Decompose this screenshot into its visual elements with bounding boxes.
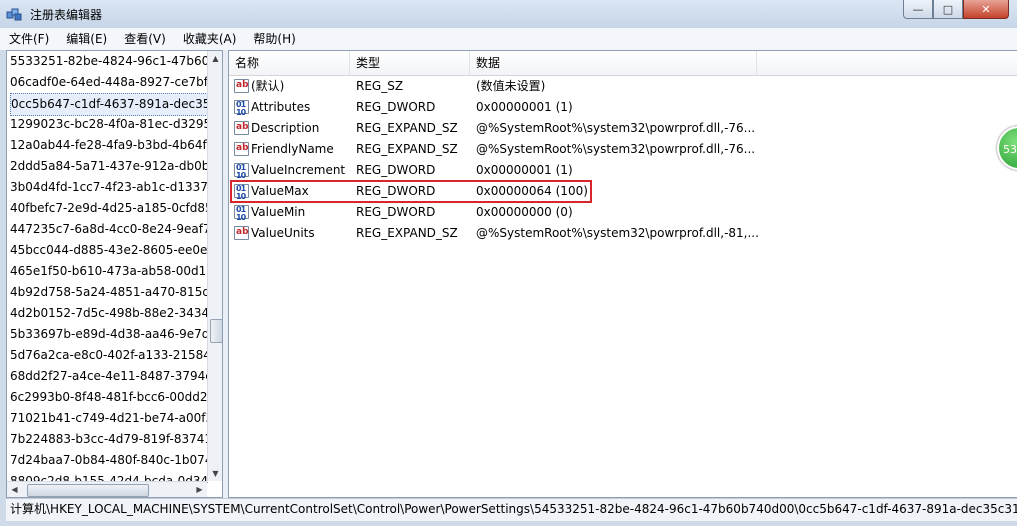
- tree-vertical-scrollbar[interactable]: ▲ ▼: [207, 51, 222, 481]
- maximize-button[interactable]: □: [933, 0, 963, 19]
- scroll-up-arrow-icon[interactable]: ▲: [209, 51, 222, 66]
- value-type: REG_DWORD: [356, 100, 436, 114]
- window-controls: — □ ✕: [903, 0, 1009, 20]
- tree-item[interactable]: 5b33697b-e89d-4d38-aa46-9e7d: [10, 324, 210, 345]
- value-type: REG_SZ: [356, 79, 404, 93]
- value-name: ValueUnits: [251, 226, 315, 240]
- value-name: (默认): [251, 79, 285, 93]
- value-data: (数值未设置): [476, 79, 546, 93]
- value-type: REG_EXPAND_SZ: [356, 142, 458, 156]
- tree-item[interactable]: 5533251-82be-4824-96c1-47b60b74: [10, 51, 210, 72]
- menu-view[interactable]: 查看(V): [115, 28, 174, 50]
- dword-value-icon: [234, 157, 249, 186]
- registry-editor-icon: [6, 8, 22, 21]
- menu-favorites[interactable]: 收藏夹(A): [174, 28, 245, 50]
- menu-edit[interactable]: 编辑(E): [57, 28, 115, 50]
- value-row[interactable]: ValueUnits REG_EXPAND_SZ @%SystemRoot%\sys…: [229, 222, 1017, 244]
- list-header: 名称 类型 数据: [229, 51, 1017, 76]
- value-row[interactable]: ValueIncrement REG_DWORD 0x00000001 (1): [229, 157, 1017, 186]
- tree-item[interactable]: 06cadf0e-64ed-448a-8927-ce7bf9: [10, 72, 210, 93]
- string-value-icon: [234, 222, 249, 243]
- value-type: REG_EXPAND_SZ: [356, 226, 458, 240]
- tree-item[interactable]: 2ddd5a84-5a71-437e-912a-db0b: [10, 156, 210, 177]
- scroll-right-arrow-icon[interactable]: ▶: [192, 483, 207, 497]
- string-value-icon: [234, 117, 249, 138]
- tree-item[interactable]: 465e1f50-b610-473a-ab58-00d10: [10, 261, 210, 282]
- close-button[interactable]: ✕: [963, 0, 1009, 19]
- value-row[interactable]: FriendlyName REG_EXPAND_SZ @%SystemRoot%\s…: [229, 138, 1017, 160]
- tree-item[interactable]: 7b224883-b3cc-4d79-819f-83741: [10, 429, 210, 450]
- status-path: 计算机\HKEY_LOCAL_MACHINE\SYSTEM\CurrentCon…: [10, 502, 1017, 516]
- tree-item[interactable]: 3b04d4fd-1cc7-4f23-ab1c-d1337: [10, 177, 210, 198]
- value-row[interactable]: Description REG_EXPAND_SZ @%SystemRoot%\sy…: [229, 117, 1017, 139]
- tree-item[interactable]: 68dd2f27-a4ce-4e11-8487-3794e: [10, 366, 210, 387]
- value-name: Description: [251, 121, 320, 135]
- tree-item[interactable]: 71021b41-c749-4d21-be74-a00f3: [10, 408, 210, 429]
- value-row[interactable]: Attributes REG_DWORD 0x00000001 (1): [229, 94, 1017, 123]
- value-type: REG_EXPAND_SZ: [356, 121, 458, 135]
- value-type: REG_DWORD: [356, 163, 436, 177]
- main-frame: 5533251-82be-4824-96c1-47b60b74 06cadf0e-…: [6, 50, 1017, 498]
- value-data: @%SystemRoot%\system32\powrprof.dll,-81,…: [476, 226, 759, 240]
- tree-item[interactable]: 4d2b0152-7d5c-498b-88e2-3434: [10, 303, 210, 324]
- scroll-left-arrow-icon[interactable]: ◀: [7, 483, 22, 497]
- tree-item[interactable]: 7d24baa7-0b84-480f-840c-1b074: [10, 450, 210, 471]
- value-row[interactable]: (默认) REG_SZ (数值未设置): [229, 75, 1017, 97]
- column-header-name[interactable]: 名称: [229, 51, 350, 75]
- tree-item[interactable]: 447235c7-6a8d-4cc0-8e24-9eaf70: [10, 219, 210, 240]
- value-data: 0x00000000 (0): [476, 205, 573, 219]
- value-type: REG_DWORD: [356, 205, 436, 219]
- menu-bar: 文件(F) 编辑(E) 查看(V) 收藏夹(A) 帮助(H): [0, 28, 1017, 50]
- column-header-data[interactable]: 数据: [470, 51, 757, 75]
- scroll-down-arrow-icon[interactable]: ▼: [209, 466, 222, 481]
- status-bar: 计算机\HKEY_LOCAL_MACHINE\SYSTEM\CurrentCon…: [6, 498, 1017, 521]
- menu-file[interactable]: 文件(F): [0, 28, 57, 50]
- string-value-icon: [234, 75, 249, 96]
- tree-item[interactable]: 6c2993b0-8f48-481f-bcc6-00dd2: [10, 387, 210, 408]
- tree-item[interactable]: 12a0ab44-fe28-4fa9-b3bd-4b64f4: [10, 135, 210, 156]
- window-title: 注册表编辑器: [30, 8, 103, 22]
- tree-vertical-scroll-thumb[interactable]: [210, 319, 222, 343]
- tree-item[interactable]: 1299023c-bc28-4f0a-81ec-d3295a: [10, 114, 210, 135]
- tree-horizontal-scroll-thumb[interactable]: [27, 484, 149, 497]
- value-data: @%SystemRoot%\system32\powrprof.dll,-76.…: [476, 142, 756, 156]
- menu-help[interactable]: 帮助(H): [244, 28, 303, 50]
- tree-horizontal-scrollbar[interactable]: ◀ ▶: [7, 481, 207, 497]
- highlight-box: [230, 180, 592, 203]
- value-data: @%SystemRoot%\system32\powrprof.dll,-76.…: [476, 121, 756, 135]
- title-bar: 注册表编辑器 — □ ✕: [0, 0, 1017, 28]
- value-row[interactable]: ValueMin REG_DWORD 0x00000000 (0): [229, 199, 1017, 228]
- tree-item[interactable]: 4b92d758-5a24-4851-a470-815d7: [10, 282, 210, 303]
- value-name: ValueMin: [251, 205, 306, 219]
- value-name: FriendlyName: [251, 142, 334, 156]
- tree-item-selected[interactable]: 0cc5b647-c1df-4637-891a-dec35c: [10, 93, 208, 116]
- value-name: ValueIncrement: [251, 163, 346, 177]
- key-tree-pane[interactable]: 5533251-82be-4824-96c1-47b60b74 06cadf0e-…: [6, 50, 223, 498]
- dword-value-icon: [234, 94, 249, 123]
- value-data: 0x00000001 (1): [476, 100, 573, 114]
- value-data: 0x00000001 (1): [476, 163, 573, 177]
- value-name: Attributes: [251, 100, 311, 114]
- tree-item[interactable]: 5d76a2ca-e8c0-402f-a133-21584: [10, 345, 210, 366]
- tree-item[interactable]: 40fbefc7-2e9d-4d25-a185-0cfd85: [10, 198, 210, 219]
- minimize-button[interactable]: —: [903, 0, 933, 19]
- values-list-pane[interactable]: 名称 类型 数据 (默认) REG_SZ (数值未设置) Attributes REG_…: [228, 50, 1017, 498]
- tree-item[interactable]: 45bcc044-d885-43e2-8605-ee0ec: [10, 240, 210, 261]
- string-value-icon: [234, 138, 249, 159]
- dword-value-icon: [234, 199, 249, 228]
- column-header-type[interactable]: 类型: [350, 51, 470, 75]
